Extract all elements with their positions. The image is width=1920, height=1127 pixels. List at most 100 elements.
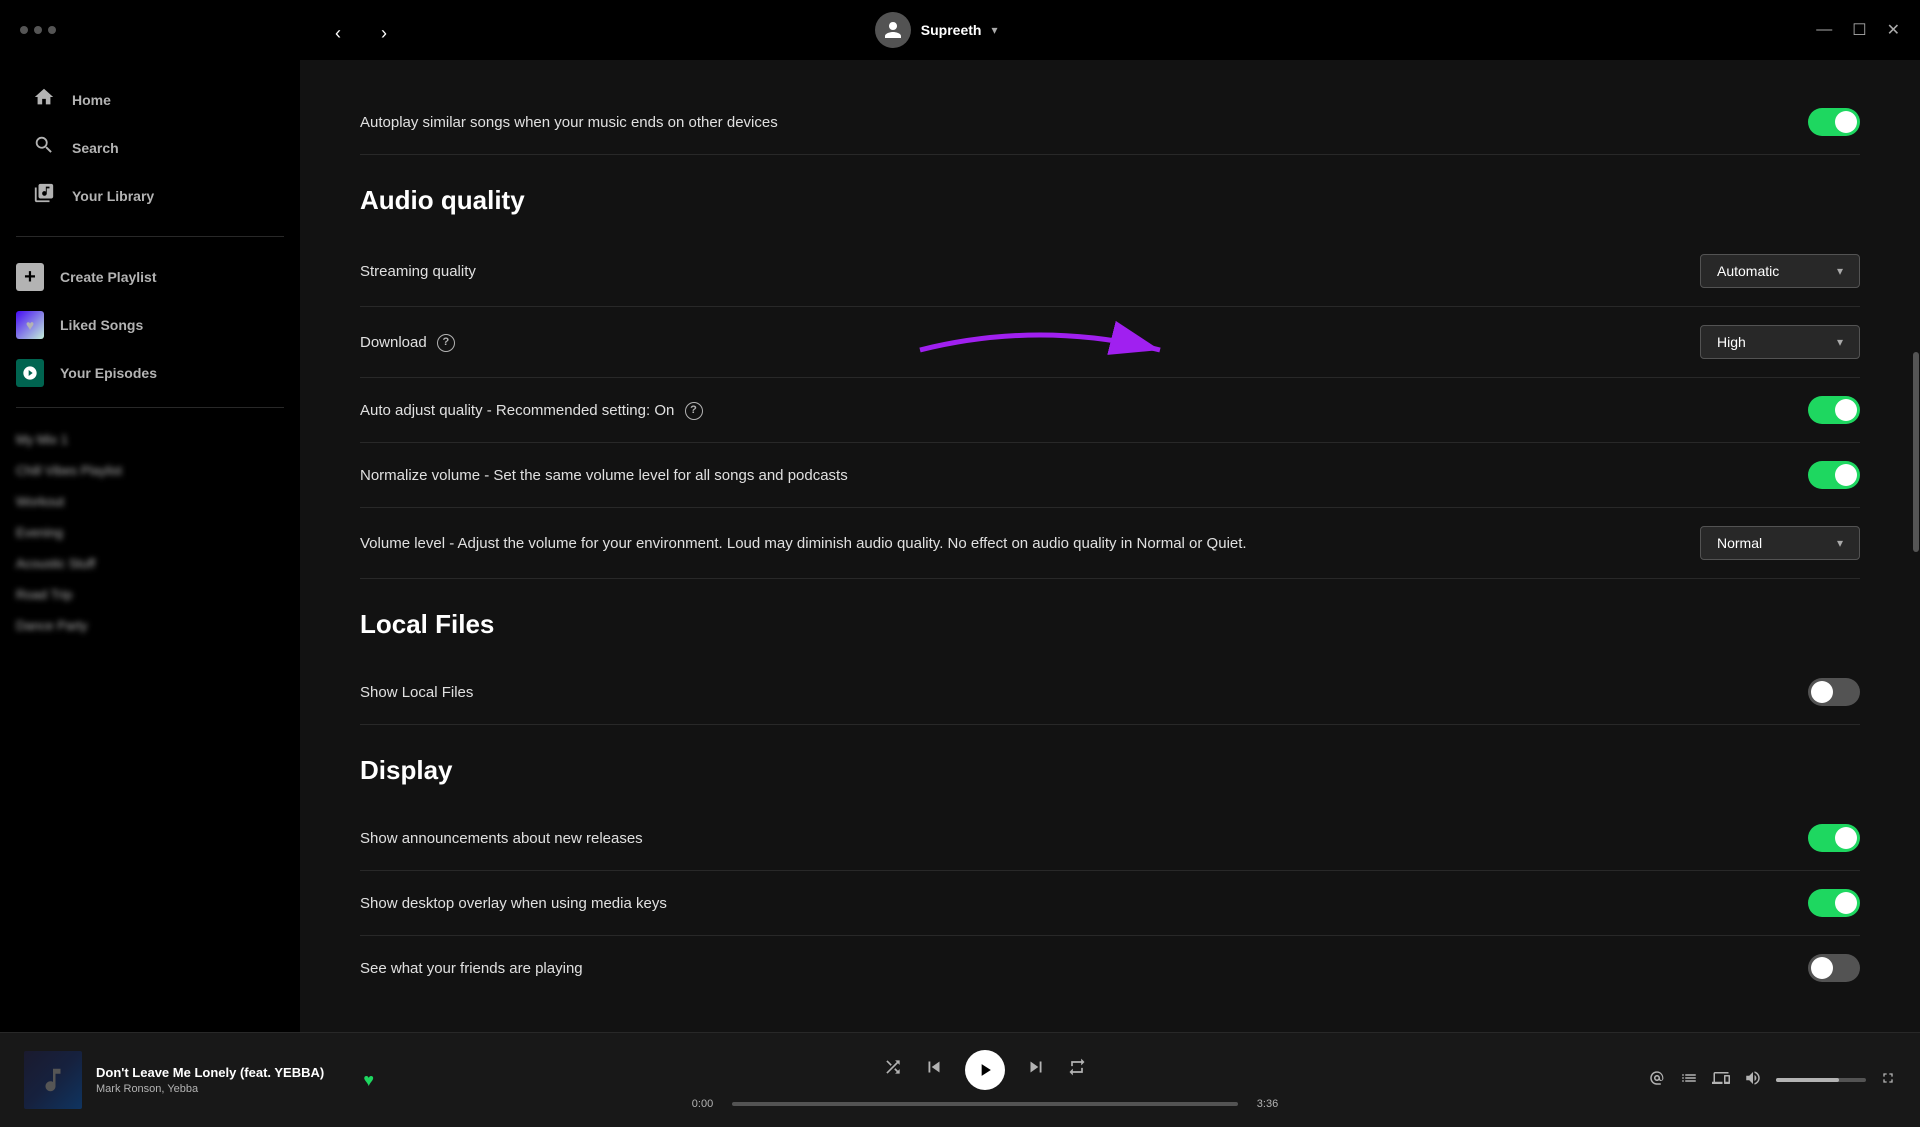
autoplay-toggle-knob [1835,111,1857,133]
local-files-heading: Local Files [360,609,1860,640]
streaming-quality-select[interactable]: Automatic ▾ [1700,254,1860,288]
download-row: Download ? High ▾ [360,307,1860,378]
nav-arrows: ‹ › [320,15,402,51]
now-playing-artist: Mark Ronson, Yebba [96,1083,341,1095]
see-friends-label: See what your friends are playing [360,958,583,979]
show-desktop-overlay-label: Show desktop overlay when using media ke… [360,893,667,914]
volume-bar-fill [1776,1078,1839,1082]
playback-buttons [883,1050,1087,1090]
play-pause-button[interactable] [965,1050,1005,1090]
shuffle-button[interactable] [883,1057,903,1083]
title-bar-dots [20,26,56,34]
sidebar-liked-songs[interactable]: ♥ Liked Songs [0,301,300,349]
sidebar-library-label: Your Library [72,188,154,204]
sidebar-your-episodes[interactable]: Your Episodes [0,349,300,397]
dot-3 [48,26,56,34]
autoplay-row: Autoplay similar songs when your music e… [360,90,1860,155]
right-controls [1596,1069,1896,1092]
previous-button[interactable] [923,1056,945,1084]
volume-icon[interactable] [1744,1069,1762,1092]
local-files-section: Local Files [360,609,1860,640]
see-friends-toggle-knob [1811,957,1833,979]
volume-level-value: Normal [1717,535,1762,551]
playlist-item[interactable]: Acoustic Stuff [16,548,284,579]
main-scrollbar[interactable] [1912,60,1920,1032]
normalize-volume-row: Normalize volume - Set the same volume l… [360,443,1860,508]
playlist-item[interactable]: My Mix 1 [16,424,284,455]
normalize-volume-toggle-knob [1835,464,1857,486]
minimize-button[interactable]: — [1816,20,1832,40]
total-time: 3:36 [1250,1098,1285,1110]
audio-quality-heading: Audio quality [360,185,1860,216]
volume-level-label: Volume level - Adjust the volume for you… [360,533,1247,554]
display-heading: Display [360,755,1860,786]
volume-bar[interactable] [1776,1078,1866,1082]
volume-level-row: Volume level - Adjust the volume for you… [360,508,1860,579]
show-desktop-overlay-toggle-knob [1835,892,1857,914]
forward-button[interactable]: › [366,15,402,51]
download-label: Download ? [360,332,455,353]
lyrics-button[interactable] [1648,1069,1666,1092]
sidebar-divider-1 [16,236,284,237]
audio-quality-section: Audio quality [360,185,1860,216]
see-friends-toggle[interactable] [1808,954,1860,982]
user-avatar [875,12,911,48]
auto-adjust-toggle[interactable] [1808,396,1860,424]
show-local-files-row: Show Local Files [360,660,1860,725]
maximize-button[interactable]: ☐ [1852,20,1866,40]
show-announcements-toggle[interactable] [1808,824,1860,852]
playlist-item[interactable]: Workout [16,486,284,517]
dot-1 [20,26,28,34]
sidebar-item-library[interactable]: Your Library [16,172,284,220]
download-help-icon[interactable]: ? [437,334,455,352]
sidebar-liked-songs-label: Liked Songs [60,317,143,333]
repeat-button[interactable] [1067,1057,1087,1083]
current-time: 0:00 [685,1098,720,1110]
close-button[interactable]: ✕ [1887,20,1900,40]
progress-bar[interactable] [732,1102,1238,1106]
now-playing-song-info: Don't Leave Me Lonely (feat. YEBBA) Mark… [24,1051,374,1109]
sidebar-item-home[interactable]: Home [16,76,284,124]
volume-level-chevron-icon: ▾ [1837,536,1843,550]
sidebar: Home Search Your Library + Create Playli… [0,60,300,1032]
sidebar-nav: Home Search Your Library [0,76,300,220]
sidebar-home-label: Home [72,92,111,108]
normalize-volume-toggle[interactable] [1808,461,1860,489]
sidebar-item-search[interactable]: Search [16,124,284,172]
playlist-item[interactable]: Evening [16,517,284,548]
streaming-quality-label: Streaming quality [360,261,476,282]
devices-button[interactable] [1712,1069,1730,1092]
auto-adjust-help-icon[interactable]: ? [685,402,703,420]
now-playing-bar: Don't Leave Me Lonely (feat. YEBBA) Mark… [0,1032,1920,1127]
user-area[interactable]: Supreeth ▾ [875,12,998,48]
heart-icon[interactable]: ♥ [363,1070,374,1091]
playlist-item[interactable]: Chill Vibes Playlist [16,455,284,486]
show-announcements-label: Show announcements about new releases [360,828,643,849]
title-bar: ‹ › Supreeth ▾ — ☐ ✕ [0,0,1920,60]
show-desktop-overlay-toggle[interactable] [1808,889,1860,917]
sidebar-search-label: Search [72,140,119,156]
library-icon [32,182,56,210]
download-quality-chevron-icon: ▾ [1837,335,1843,349]
playlist-item[interactable]: Road Trip [16,579,284,610]
download-quality-select[interactable]: High ▾ [1700,325,1860,359]
autoplay-toggle[interactable] [1808,108,1860,136]
expand-button[interactable] [1880,1070,1896,1091]
auto-adjust-toggle-knob [1835,399,1857,421]
streaming-quality-value: Automatic [1717,263,1779,279]
playlist-item[interactable]: Dance Party [16,610,284,641]
volume-level-select[interactable]: Normal ▾ [1700,526,1860,560]
show-local-files-toggle-knob [1811,681,1833,703]
next-button[interactable] [1025,1056,1047,1084]
show-announcements-toggle-knob [1835,827,1857,849]
main-scrollbar-thumb [1913,352,1919,552]
album-art [24,1051,82,1109]
user-name: Supreeth [921,22,982,38]
sidebar-create-playlist[interactable]: + Create Playlist [0,253,300,301]
queue-button[interactable] [1680,1069,1698,1092]
streaming-quality-chevron-icon: ▾ [1837,264,1843,278]
show-local-files-toggle[interactable] [1808,678,1860,706]
now-playing-title: Don't Leave Me Lonely (feat. YEBBA) [96,1065,341,1080]
normalize-volume-label: Normalize volume - Set the same volume l… [360,465,848,486]
back-button[interactable]: ‹ [320,15,356,51]
